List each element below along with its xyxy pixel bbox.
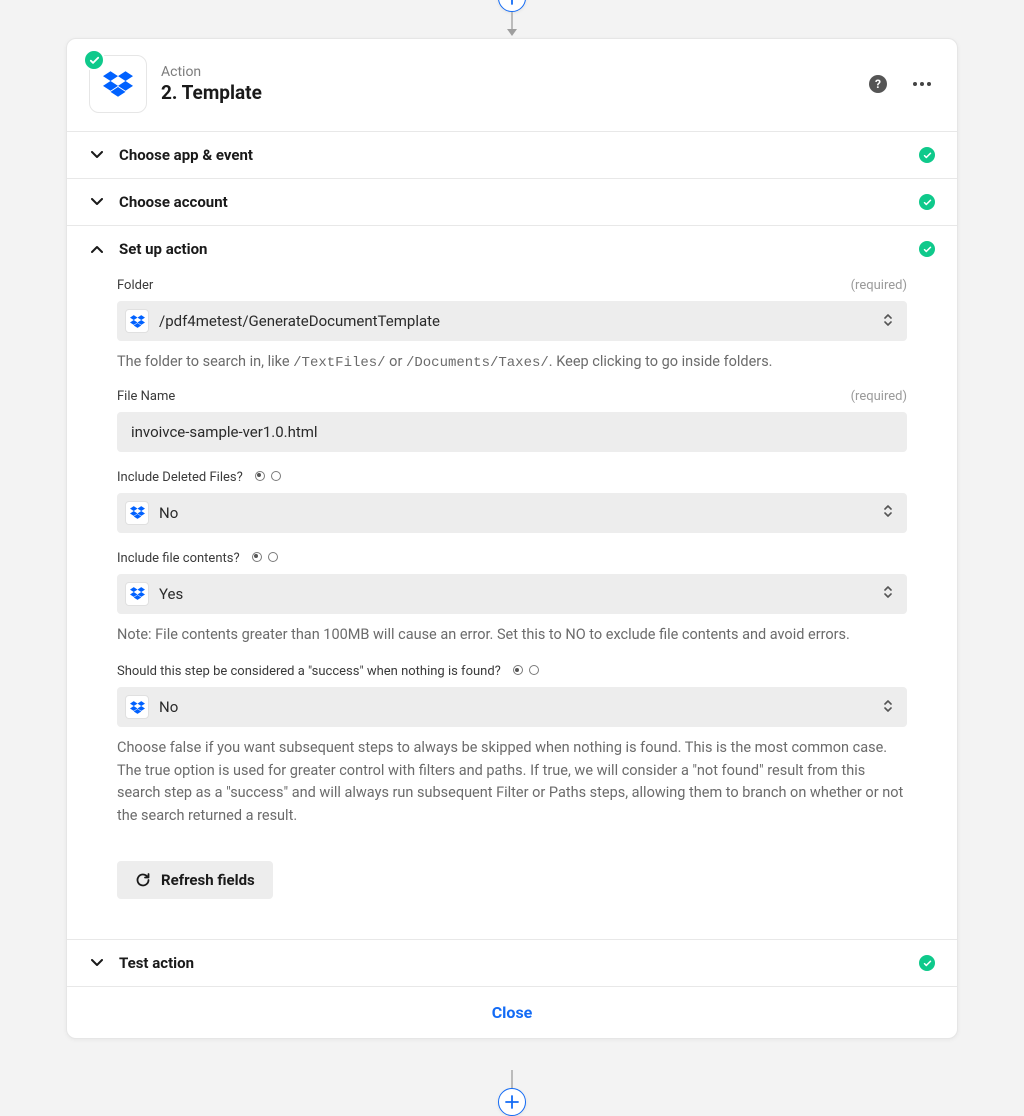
dropbox-icon [125,695,149,719]
radio-option[interactable] [513,665,523,675]
field-file-name-label: File Name [117,389,175,404]
action-panel: Action 2. Template ? Choose app & event [66,38,958,1039]
add-step-button-top[interactable] [498,0,526,12]
success-select[interactable]: No [117,687,907,727]
dropbox-icon [125,309,149,333]
field-folder-required: (required) [851,278,907,293]
radio-set[interactable] [513,665,539,675]
folder-help-text: The folder to search in, like /TextFiles… [117,351,907,375]
include-contents-value: Yes [159,585,873,603]
refresh-fields-label: Refresh fields [161,871,255,889]
radio-option[interactable] [268,552,278,562]
radio-set[interactable] [255,471,281,481]
field-file-name-required: (required) [851,389,907,404]
add-step-button-bottom[interactable] [498,1088,526,1116]
section-account: Choose account [67,178,957,225]
section-status-complete-icon [919,955,935,971]
dropbox-icon [103,69,133,99]
more-menu-button[interactable] [909,71,935,97]
help-icon: ? [869,75,887,93]
panel-header: Action 2. Template ? [67,39,957,131]
connector-line [511,12,513,30]
section-setup-header[interactable]: Set up action [67,226,957,272]
connector-top [498,0,526,36]
section-app-event-header[interactable]: Choose app & event [67,132,957,178]
header-title: 2. Template [161,81,851,104]
field-include-deleted: Include Deleted Files? No [117,466,907,533]
file-name-input[interactable]: invoivce-sample-ver1.0.html [117,412,907,452]
field-file-name: File Name (required) invoivce-sample-ver… [117,389,907,452]
section-status-complete-icon [919,194,935,210]
chevron-up-icon [89,245,105,253]
chevron-down-icon [89,151,105,159]
chevron-down-icon [89,198,105,206]
section-status-complete-icon [919,241,935,257]
field-folder: Folder (required) /pdf4metest/GenerateDo… [117,278,907,375]
refresh-fields-button[interactable]: Refresh fields [117,861,273,899]
header-titles: Action 2. Template [161,64,851,104]
section-app-event: Choose app & event [67,131,957,178]
help-button[interactable]: ? [865,71,891,97]
dropbox-icon [125,501,149,525]
folder-select[interactable]: /pdf4metest/GenerateDocumentTemplate [117,301,907,341]
close-bar: Close [67,986,957,1038]
include-contents-select[interactable]: Yes [117,574,907,614]
field-include-contents-label: Include file contents? [117,551,240,566]
include-contents-help: Note: File contents greater than 100MB w… [117,624,907,646]
folder-value: /pdf4metest/GenerateDocumentTemplate [159,312,873,330]
select-caret-icon [883,584,893,603]
connector-bottom [498,1070,526,1100]
header-kicker: Action [161,64,851,80]
section-test: Test action [67,939,957,986]
more-icon [913,82,931,86]
radio-set[interactable] [252,552,278,562]
section-account-title: Choose account [119,193,905,211]
select-caret-icon [883,698,893,717]
section-app-event-title: Choose app & event [119,146,905,164]
include-deleted-select[interactable]: No [117,493,907,533]
success-value: No [159,698,873,716]
section-test-title: Test action [119,954,905,972]
section-status-complete-icon [919,147,935,163]
section-setup-title: Set up action [119,240,905,258]
section-test-header[interactable]: Test action [67,940,957,986]
field-include-deleted-label: Include Deleted Files? [117,470,243,485]
connector-line [511,1070,513,1088]
radio-option[interactable] [252,552,262,562]
field-success-label: Should this step be considered a "succes… [117,664,501,679]
section-account-header[interactable]: Choose account [67,179,957,225]
include-deleted-value: No [159,504,873,522]
status-success-badge [83,49,105,71]
file-name-value: invoivce-sample-ver1.0.html [131,423,318,441]
select-caret-icon [883,312,893,331]
field-include-contents: Include file contents? Yes [117,547,907,646]
header-actions: ? [865,71,935,97]
connector-arrow-icon [507,29,517,36]
field-folder-label: Folder [117,278,153,293]
radio-option[interactable] [255,471,265,481]
section-setup: Set up action Folder (required) /pdf4met… [67,225,957,939]
radio-option[interactable] [529,665,539,675]
refresh-icon [135,872,151,888]
field-success: Should this step be considered a "succes… [117,660,907,827]
select-caret-icon [883,503,893,522]
close-button[interactable]: Close [492,1003,533,1022]
dropbox-icon [125,582,149,606]
chevron-down-icon [89,959,105,967]
app-icon [89,55,147,113]
section-setup-body: Folder (required) /pdf4metest/GenerateDo… [67,272,957,939]
success-help: Choose false if you want subsequent step… [117,737,907,827]
radio-option[interactable] [271,471,281,481]
